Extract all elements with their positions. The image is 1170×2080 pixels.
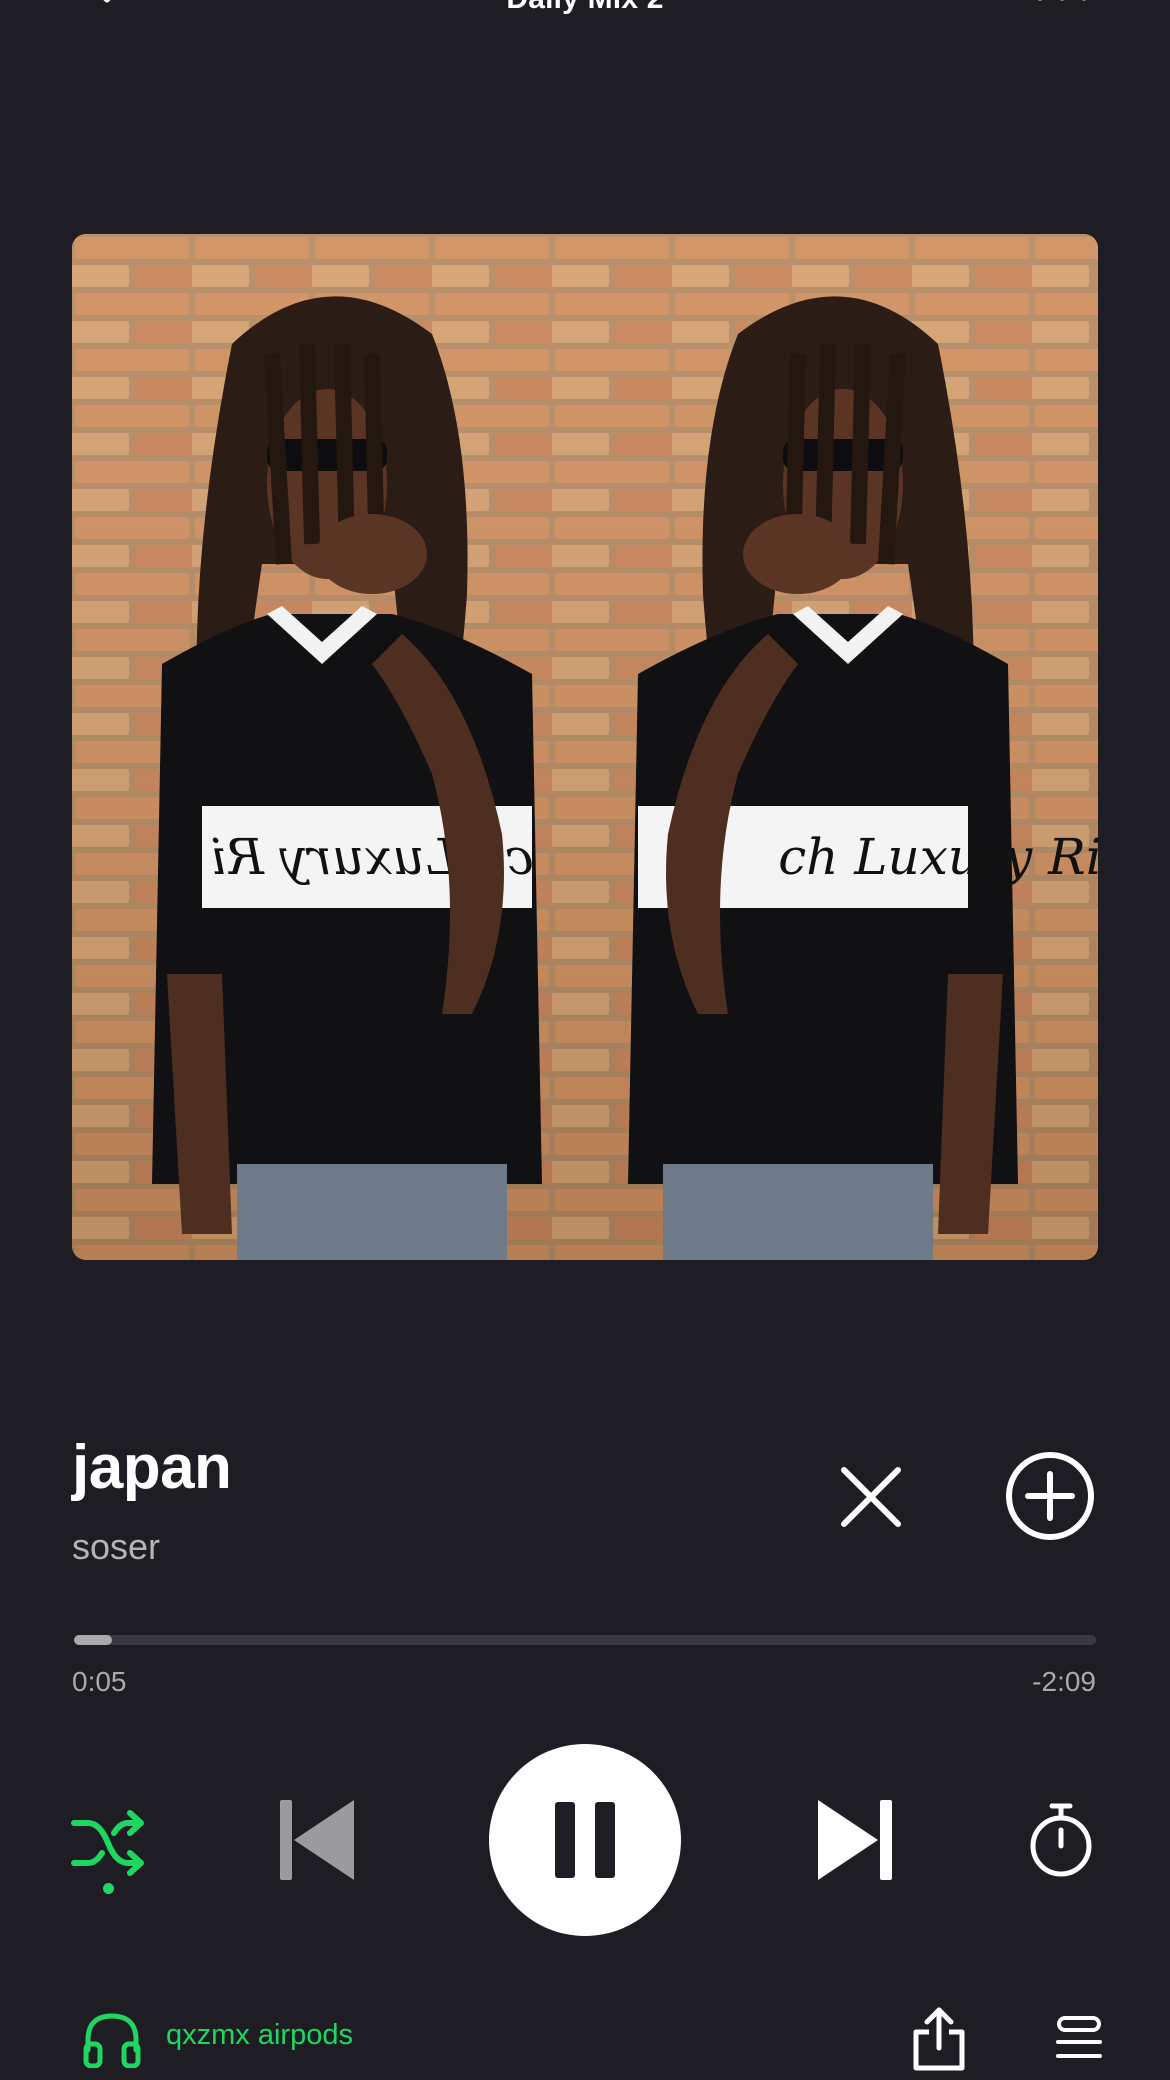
playlist-title: Daily Mix 2 bbox=[0, 0, 1170, 16]
pause-icon bbox=[555, 1802, 615, 1878]
album-artwork: ch Luxury Ri ch Luxury Ri bbox=[72, 234, 1098, 1260]
headphones-icon bbox=[83, 2013, 141, 2069]
sleep-timer-icon bbox=[1030, 1803, 1092, 1877]
more-options-icon bbox=[1037, 0, 1087, 1]
previous-button[interactable] bbox=[278, 1798, 358, 1882]
shuffle-button[interactable] bbox=[70, 1805, 146, 1881]
next-button[interactable] bbox=[814, 1798, 894, 1882]
elapsed-time: 0:05 bbox=[72, 1666, 127, 1697]
close-icon bbox=[841, 1467, 901, 1527]
connected-device-button[interactable] bbox=[82, 2010, 142, 2069]
add-to-playlist-button[interactable] bbox=[1004, 1450, 1096, 1542]
share-button[interactable] bbox=[912, 2006, 966, 2072]
album-artwork-image: ch Luxury Ri ch Luxury Ri bbox=[72, 234, 1098, 1260]
play-pause-button[interactable] bbox=[489, 1744, 681, 1936]
svg-text:ch Luxury Ri: ch Luxury Ri bbox=[778, 828, 1098, 886]
track-title[interactable]: japan bbox=[72, 1432, 232, 1503]
plus-circle-icon bbox=[1006, 1452, 1094, 1540]
progress-fill bbox=[74, 1635, 112, 1645]
sleep-timer-button[interactable] bbox=[1028, 1800, 1094, 1880]
remove-button[interactable] bbox=[836, 1462, 906, 1532]
device-name[interactable]: qxzmx airpods bbox=[166, 2019, 353, 2052]
queue-button[interactable] bbox=[1054, 2014, 1104, 2064]
share-icon bbox=[913, 2007, 965, 2071]
queue-icon bbox=[1056, 2016, 1102, 2058]
skip-next-icon bbox=[818, 1800, 892, 1880]
skip-previous-icon bbox=[280, 1800, 354, 1880]
track-artist[interactable]: soser bbox=[72, 1526, 160, 1568]
progress-bar[interactable] bbox=[74, 1635, 1096, 1645]
remaining-time: -2:09 bbox=[1032, 1666, 1096, 1697]
shuffle-icon bbox=[71, 1810, 144, 1876]
more-options-button[interactable] bbox=[1032, 0, 1092, 10]
shuffle-active-indicator bbox=[103, 1883, 114, 1894]
